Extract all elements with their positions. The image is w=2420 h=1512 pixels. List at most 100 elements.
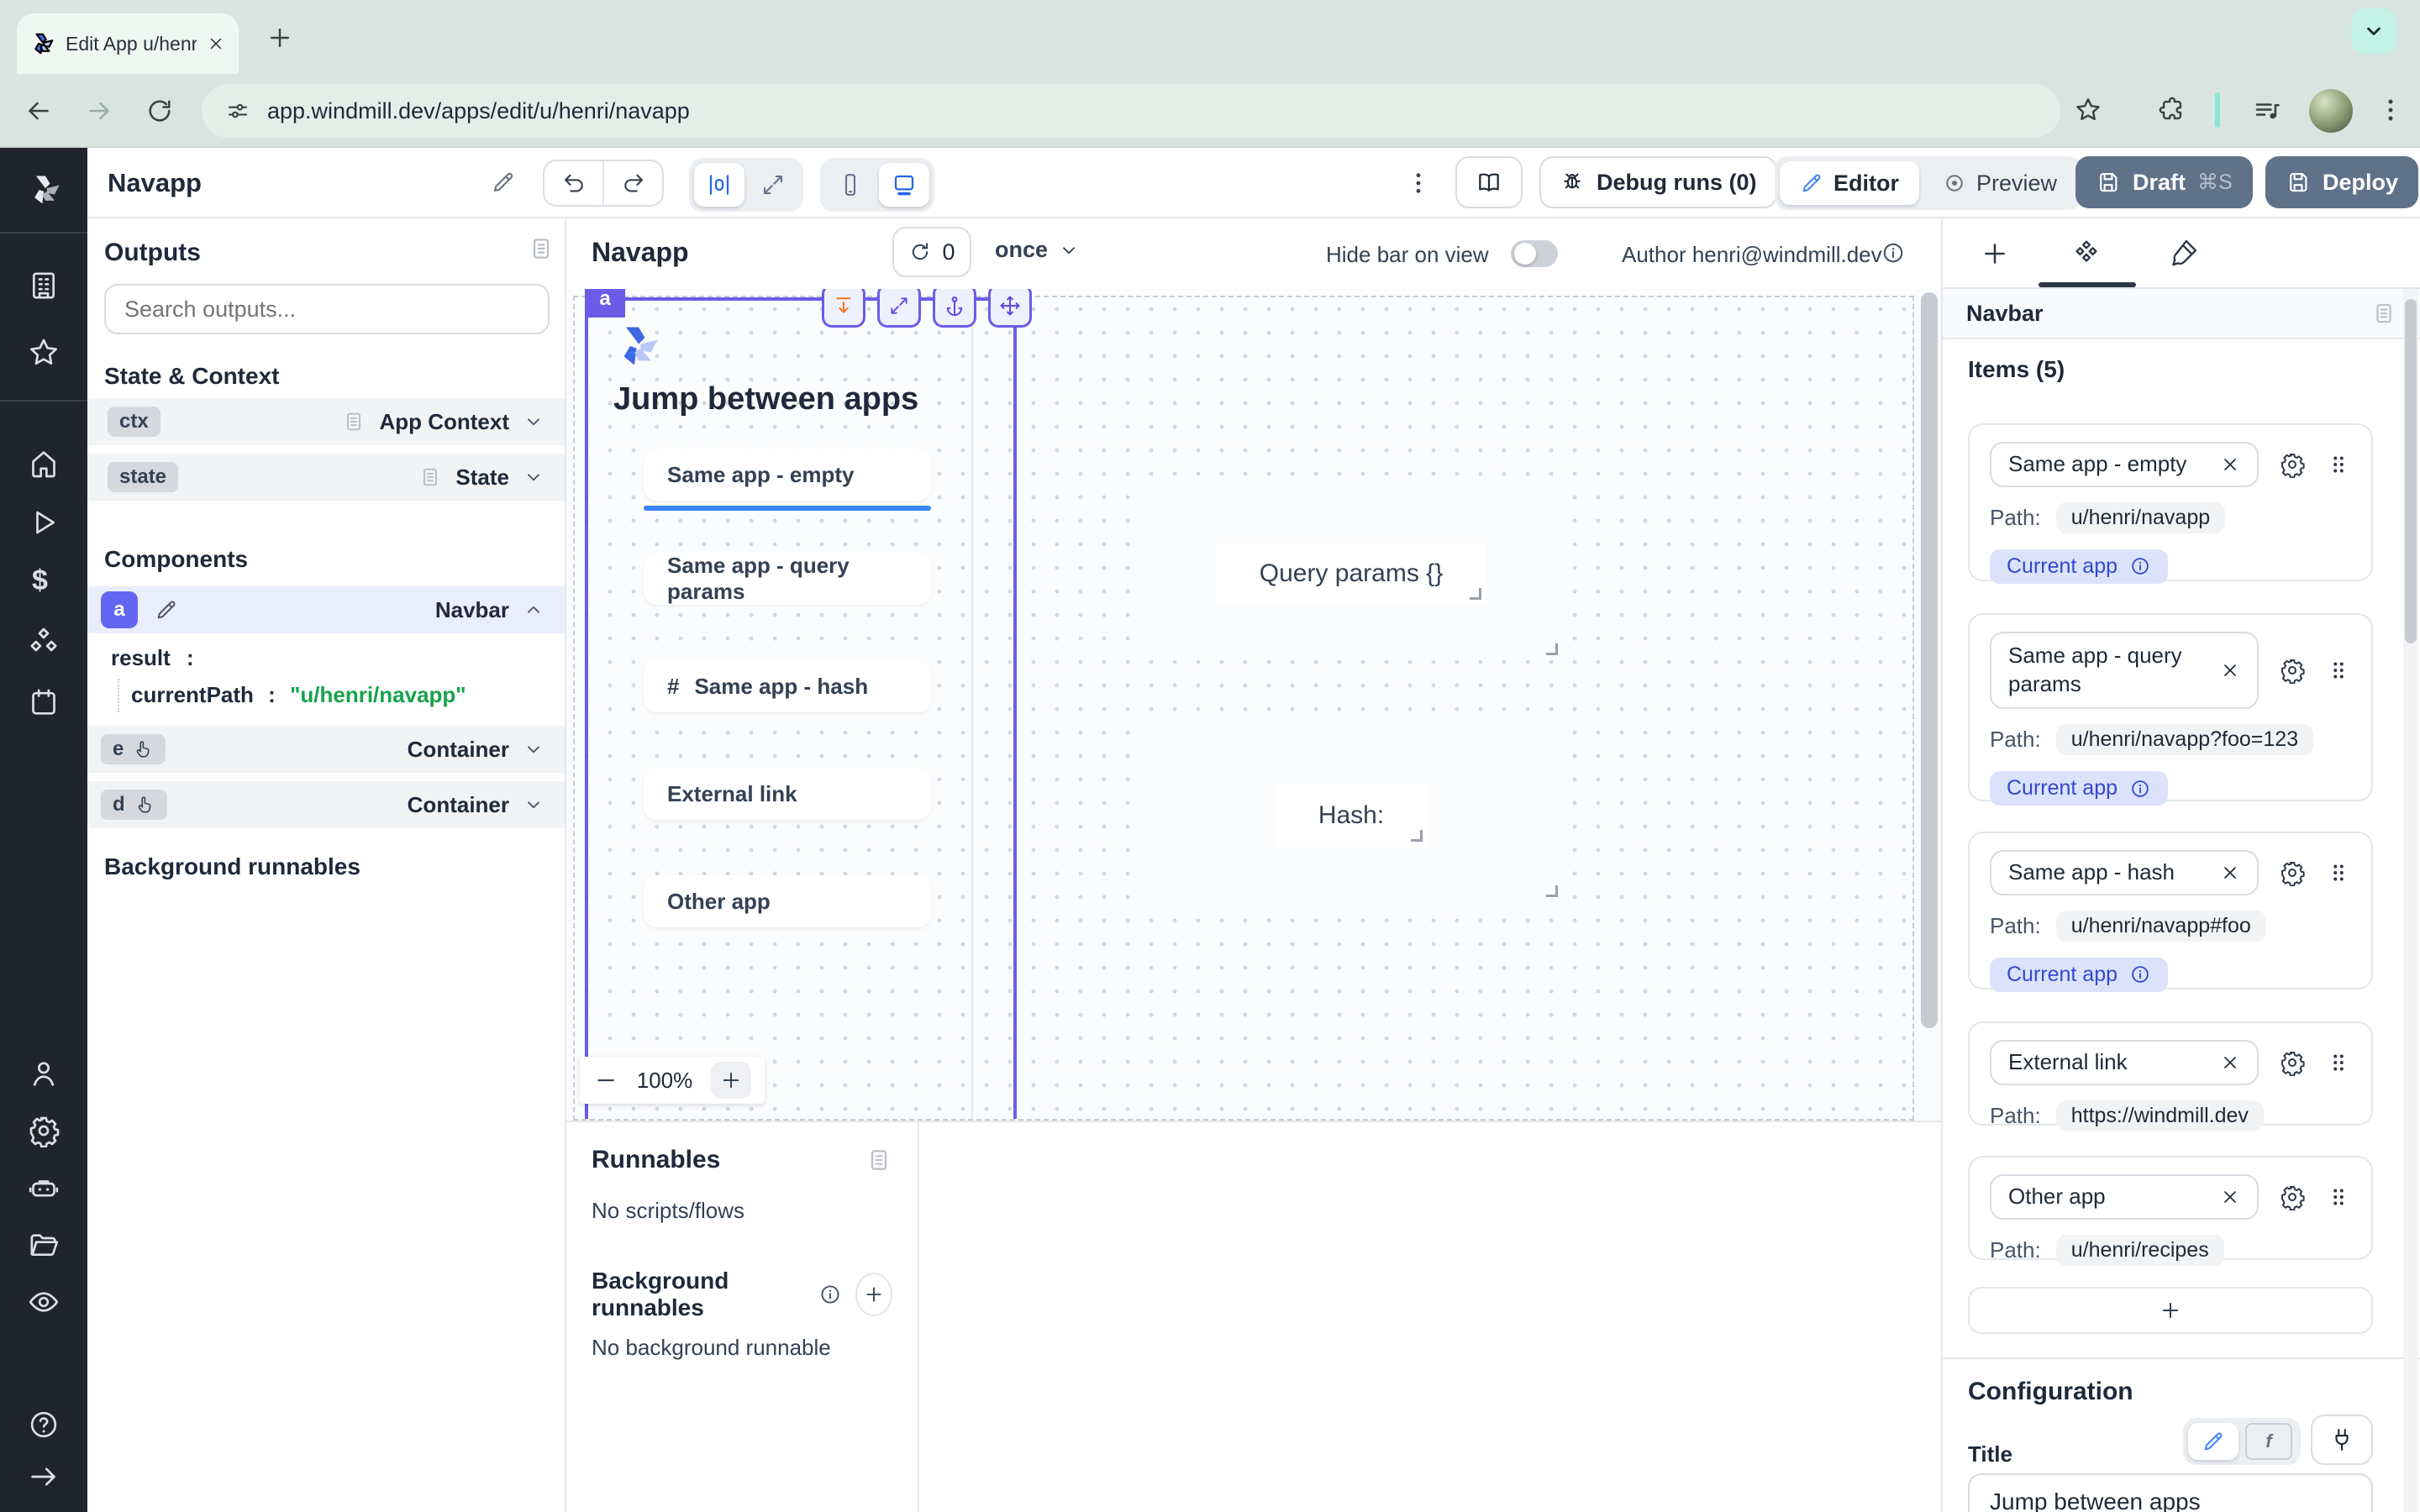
- full-width-layout-button[interactable]: [748, 163, 798, 207]
- chevron-down-icon[interactable]: [523, 466, 544, 488]
- add-background-runnable-button[interactable]: [855, 1273, 892, 1316]
- expand-rail-arrow-icon[interactable]: [27, 1460, 60, 1494]
- info-icon[interactable]: [818, 1283, 842, 1306]
- title-value-input[interactable]: [1968, 1473, 2373, 1512]
- settings-tab-diamonds-icon[interactable]: [2070, 237, 2102, 269]
- draft-button[interactable]: Draft ⌘S: [2075, 156, 2253, 208]
- ctx-row[interactable]: ctx App Context: [87, 398, 565, 445]
- component-row-container-e[interactable]: e Container: [87, 726, 565, 773]
- drag-handle-icon[interactable]: [2326, 860, 2351, 885]
- hide-bar-toggle[interactable]: [1511, 240, 1558, 267]
- query-params-container[interactable]: Query params {}: [1139, 487, 1563, 660]
- deploy-button[interactable]: Deploy: [2265, 156, 2418, 208]
- drag-handle-icon[interactable]: [2326, 658, 2351, 683]
- canvas-scrollbar[interactable]: [1921, 292, 1938, 1028]
- runs-play-icon[interactable]: [27, 506, 60, 539]
- audit-eye-icon[interactable]: [27, 1285, 60, 1319]
- nav-item-query-params[interactable]: Same app - query params: [644, 553, 931, 605]
- hash-container[interactable]: Hash:: [1139, 729, 1563, 902]
- users-icon[interactable]: [27, 1057, 60, 1090]
- chevron-down-icon[interactable]: [523, 738, 544, 760]
- component-row-container-d[interactable]: d Container: [87, 781, 565, 828]
- resize-corner[interactable]: [1546, 643, 1558, 655]
- code-mode-f-button[interactable]: f: [2245, 1423, 2292, 1460]
- nav-item-same-app-empty[interactable]: Same app - empty: [644, 449, 931, 501]
- item-label-input[interactable]: Other app: [1990, 1174, 2259, 1220]
- mobile-view-button[interactable]: [825, 163, 876, 207]
- docs-book-button[interactable]: [1455, 156, 1523, 208]
- edit-id-pencil-icon[interactable]: [155, 598, 178, 622]
- browser-menu-icon[interactable]: [2376, 96, 2405, 124]
- item-settings-gear-icon[interactable]: [2279, 1049, 2306, 1076]
- refresh-count-button[interactable]: 0: [892, 227, 971, 277]
- undo-button[interactable]: [544, 161, 604, 205]
- canvas-area[interactable]: a Jump between apps Same app - empty Sam…: [566, 289, 1941, 1121]
- styling-tab-brush-icon[interactable]: [2168, 237, 2200, 269]
- clear-x-icon[interactable]: [2220, 660, 2240, 680]
- debug-runs-button[interactable]: Debug runs (0): [1539, 156, 1777, 208]
- item-settings-gear-icon[interactable]: [2279, 1184, 2306, 1210]
- hash-text-box[interactable]: Hash:: [1275, 785, 1428, 847]
- collapse-panel-doc-icon[interactable]: [865, 1147, 892, 1173]
- settings-gear-icon[interactable]: [27, 1114, 60, 1147]
- drag-handle-icon[interactable]: [2326, 452, 2351, 477]
- static-mode-pencil-icon[interactable]: [2188, 1423, 2238, 1460]
- current-path-row[interactable]: currentPath : "u/henri/navapp": [131, 682, 466, 708]
- expand-handle-icon[interactable]: [877, 289, 921, 328]
- reload-button[interactable]: [145, 96, 175, 126]
- help-icon[interactable]: [27, 1408, 60, 1441]
- panel-scrollbar-thumb[interactable]: [2405, 299, 2417, 643]
- centered-layout-button[interactable]: [694, 163, 744, 207]
- zoom-out-button[interactable]: [593, 1068, 618, 1093]
- extensions-icon[interactable]: [2158, 96, 2186, 124]
- resize-corner[interactable]: [1470, 588, 1481, 600]
- windmill-logo-icon[interactable]: [27, 171, 64, 215]
- tab-close-icon[interactable]: [207, 34, 225, 53]
- variables-dollar-icon[interactable]: $: [32, 564, 48, 597]
- search-outputs-input[interactable]: [104, 284, 550, 334]
- schedules-calendar-icon[interactable]: [27, 685, 60, 719]
- drag-handle-icon[interactable]: [2326, 1184, 2351, 1210]
- info-icon[interactable]: [2129, 778, 2151, 800]
- avatar[interactable]: [2309, 89, 2353, 133]
- selected-navbar-component[interactable]: a Jump between apps Same app - empty Sam…: [585, 297, 1017, 1119]
- chevron-up-icon[interactable]: [523, 599, 544, 621]
- info-icon[interactable]: [2129, 555, 2151, 577]
- chevron-down-icon[interactable]: [523, 794, 544, 816]
- address-bar[interactable]: app.windmill.dev/apps/edit/u/henri/navap…: [202, 84, 2060, 138]
- resize-corner[interactable]: [1411, 830, 1423, 842]
- item-settings-gear-icon[interactable]: [2279, 657, 2306, 684]
- resize-corner[interactable]: [1546, 885, 1558, 897]
- resources-cubes-icon[interactable]: [27, 625, 60, 659]
- folders-icon[interactable]: [27, 1228, 60, 1262]
- item-label-input[interactable]: External link: [1990, 1040, 2259, 1085]
- nav-item-external-link[interactable]: External link: [644, 768, 931, 820]
- nav-item-hash[interactable]: # Same app - hash: [644, 660, 931, 712]
- result-key-row[interactable]: result :: [111, 645, 194, 671]
- nav-item-other-app[interactable]: Other app: [644, 875, 931, 927]
- chevron-down-icon[interactable]: [523, 411, 544, 433]
- drag-handle-icon[interactable]: [2326, 1050, 2351, 1075]
- desktop-view-button[interactable]: [879, 163, 929, 207]
- zoom-in-button[interactable]: [711, 1062, 751, 1099]
- forward-button[interactable]: [84, 96, 114, 126]
- expand-down-handle-icon[interactable]: [822, 289, 865, 328]
- rename-pencil-icon[interactable]: [491, 170, 516, 195]
- insert-component-tab-plus-icon[interactable]: [1980, 239, 2010, 269]
- browser-tab[interactable]: Edit App u/henri/navapp | Win: [17, 13, 239, 74]
- clear-x-icon[interactable]: [2220, 454, 2240, 475]
- item-label-input[interactable]: Same app - hash: [1990, 850, 2259, 895]
- state-row[interactable]: state State: [87, 454, 565, 501]
- query-params-text-box[interactable]: Query params {}: [1216, 543, 1486, 605]
- item-label-input[interactable]: Same app - query params: [1990, 632, 2259, 709]
- bookmark-star-icon[interactable]: [2074, 96, 2102, 124]
- more-menu-kebab-icon[interactable]: [1405, 170, 1432, 197]
- tab-preview[interactable]: Preview: [1923, 161, 2077, 205]
- redo-button[interactable]: [604, 161, 662, 205]
- refresh-mode-dropdown[interactable]: once: [995, 237, 1080, 263]
- item-label-input[interactable]: Same app - empty: [1990, 442, 2259, 487]
- home-icon[interactable]: [27, 447, 60, 480]
- favorites-star-icon[interactable]: [27, 336, 60, 370]
- connect-plug-button[interactable]: [2311, 1415, 2373, 1465]
- media-controls-icon[interactable]: [2252, 96, 2282, 126]
